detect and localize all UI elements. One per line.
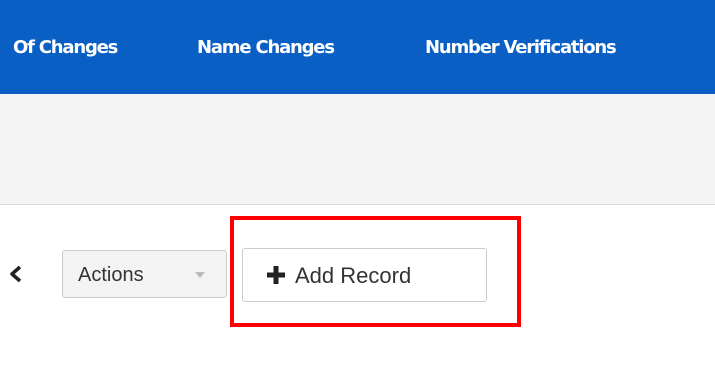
- caret-down-icon: [195, 272, 205, 278]
- top-nav: Of Changes Name Changes Number Verificat…: [0, 0, 715, 94]
- actions-dropdown-button[interactable]: Actions: [62, 250, 227, 298]
- add-record-button[interactable]: Add Record: [242, 248, 487, 302]
- chevron-left-icon[interactable]: [6, 264, 26, 284]
- nav-item-name-changes[interactable]: Name Changes: [197, 37, 335, 59]
- subheader-area: [0, 94, 715, 205]
- page: Of Changes Name Changes Number Verificat…: [0, 0, 715, 368]
- nav-item-of-changes[interactable]: Of Changes: [13, 37, 118, 59]
- plus-icon: [267, 266, 285, 284]
- add-record-button-label: Add Record: [295, 263, 412, 288]
- nav-item-number-verifications[interactable]: Number Verifications: [425, 37, 617, 59]
- actions-button-label: Actions: [78, 264, 144, 286]
